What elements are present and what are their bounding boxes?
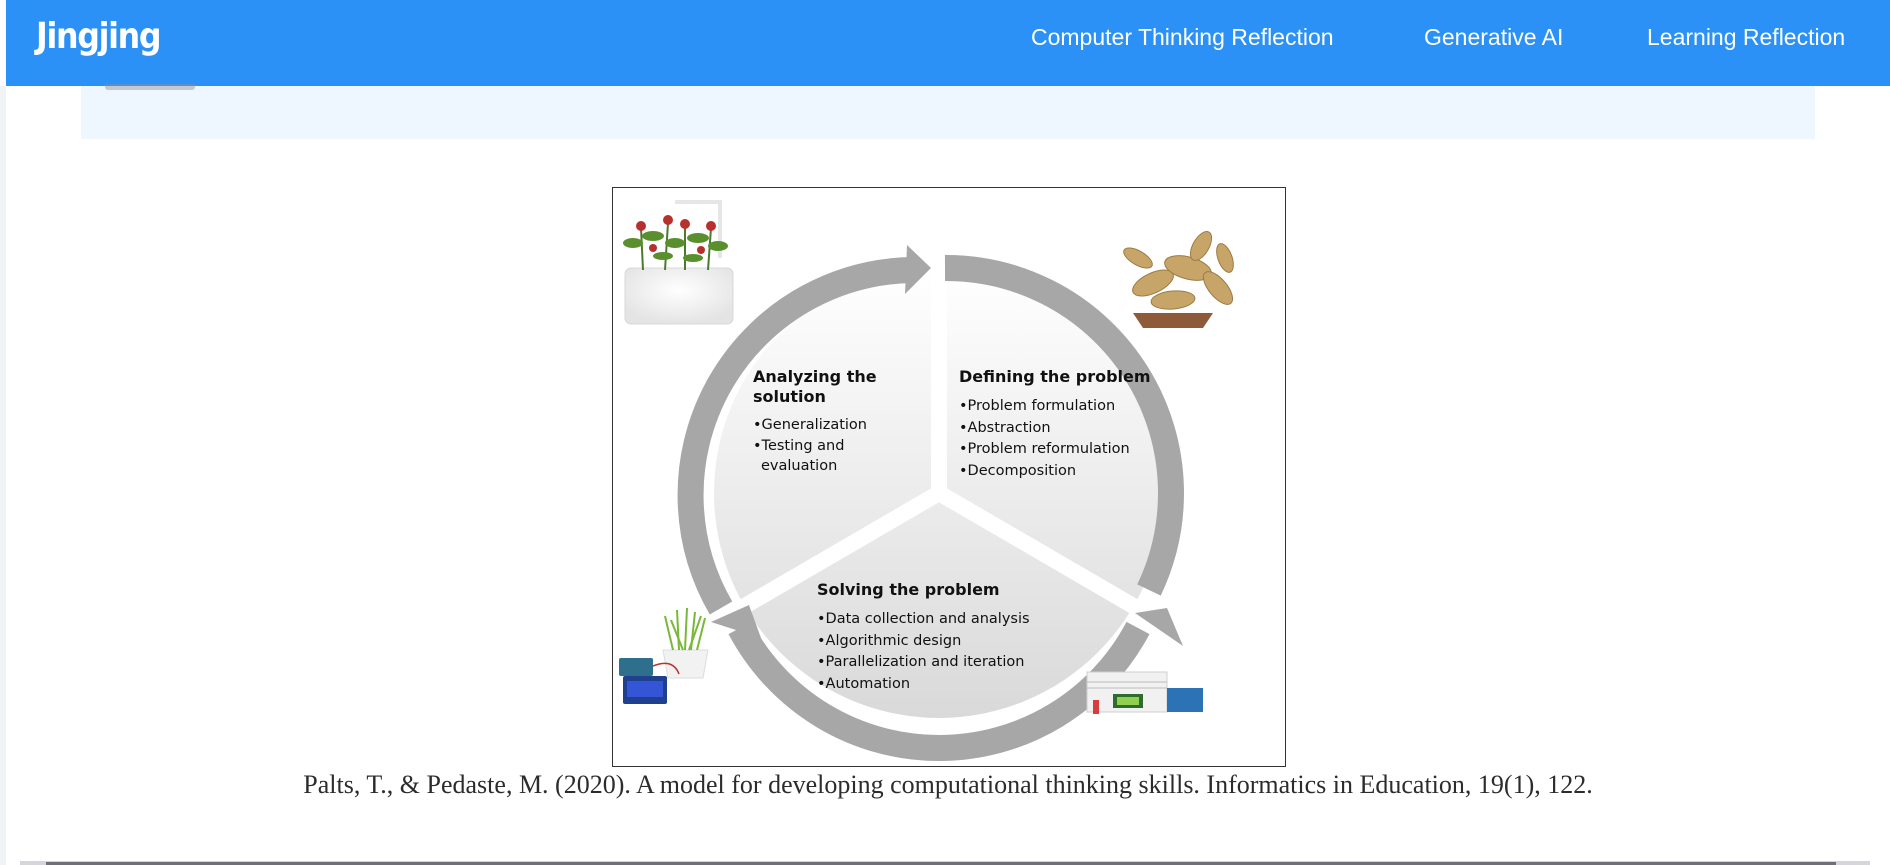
svg-text:Solving the problem: Solving the problem	[817, 580, 1000, 599]
svg-text:evaluation: evaluation	[761, 458, 837, 474]
svg-text:Defining the problem: Defining the problem	[959, 367, 1151, 386]
svg-text:•Algorithmic design: •Algorithmic design	[817, 633, 961, 649]
svg-text:•Data collection and analysis: •Data collection and analysis	[817, 611, 1030, 627]
breadboard-circuit-image	[1086, 671, 1203, 714]
svg-text:•Testing and: •Testing and	[753, 438, 844, 454]
svg-text:•Problem formulation: •Problem formulation	[959, 398, 1115, 414]
callout-text-peek	[105, 84, 195, 90]
svg-text:•Automation: •Automation	[817, 676, 910, 692]
nav-link-computer-thinking-reflection[interactable]: Computer Thinking Reflection	[1031, 24, 1334, 51]
svg-text:•Parallelization and iteration: •Parallelization and iteration	[817, 654, 1024, 670]
svg-text:•Decomposition: •Decomposition	[959, 463, 1076, 479]
svg-text:solution: solution	[753, 387, 826, 406]
withered-plant-image	[1123, 231, 1234, 328]
svg-text:•Abstraction: •Abstraction	[959, 420, 1051, 436]
arduino-grass-image	[619, 607, 709, 704]
ct-model-figure: Analyzing the solution •Generalization •…	[612, 187, 1286, 767]
svg-text:•Generalization: •Generalization	[753, 417, 867, 433]
left-border	[0, 86, 6, 865]
callout-box	[81, 86, 1815, 139]
nav-link-learning-reflection[interactable]: Learning Reflection	[1647, 24, 1845, 51]
site-brand-link[interactable]: Jingjing	[36, 16, 162, 57]
svg-text:Analyzing the: Analyzing the	[753, 367, 877, 386]
top-navbar: Jingjing Computer Thinking Reflection Ge…	[6, 0, 1890, 86]
nav-link-generative-ai[interactable]: Generative AI	[1424, 24, 1563, 51]
ct-cycle-diagram: Analyzing the solution •Generalization •…	[619, 200, 1234, 761]
svg-text:•Problem reformulation: •Problem reformulation	[959, 441, 1130, 457]
figure-caption: Palts, T., & Pedaste, M. (2020). A model…	[303, 770, 1593, 799]
indoor-garden-image	[623, 200, 734, 325]
